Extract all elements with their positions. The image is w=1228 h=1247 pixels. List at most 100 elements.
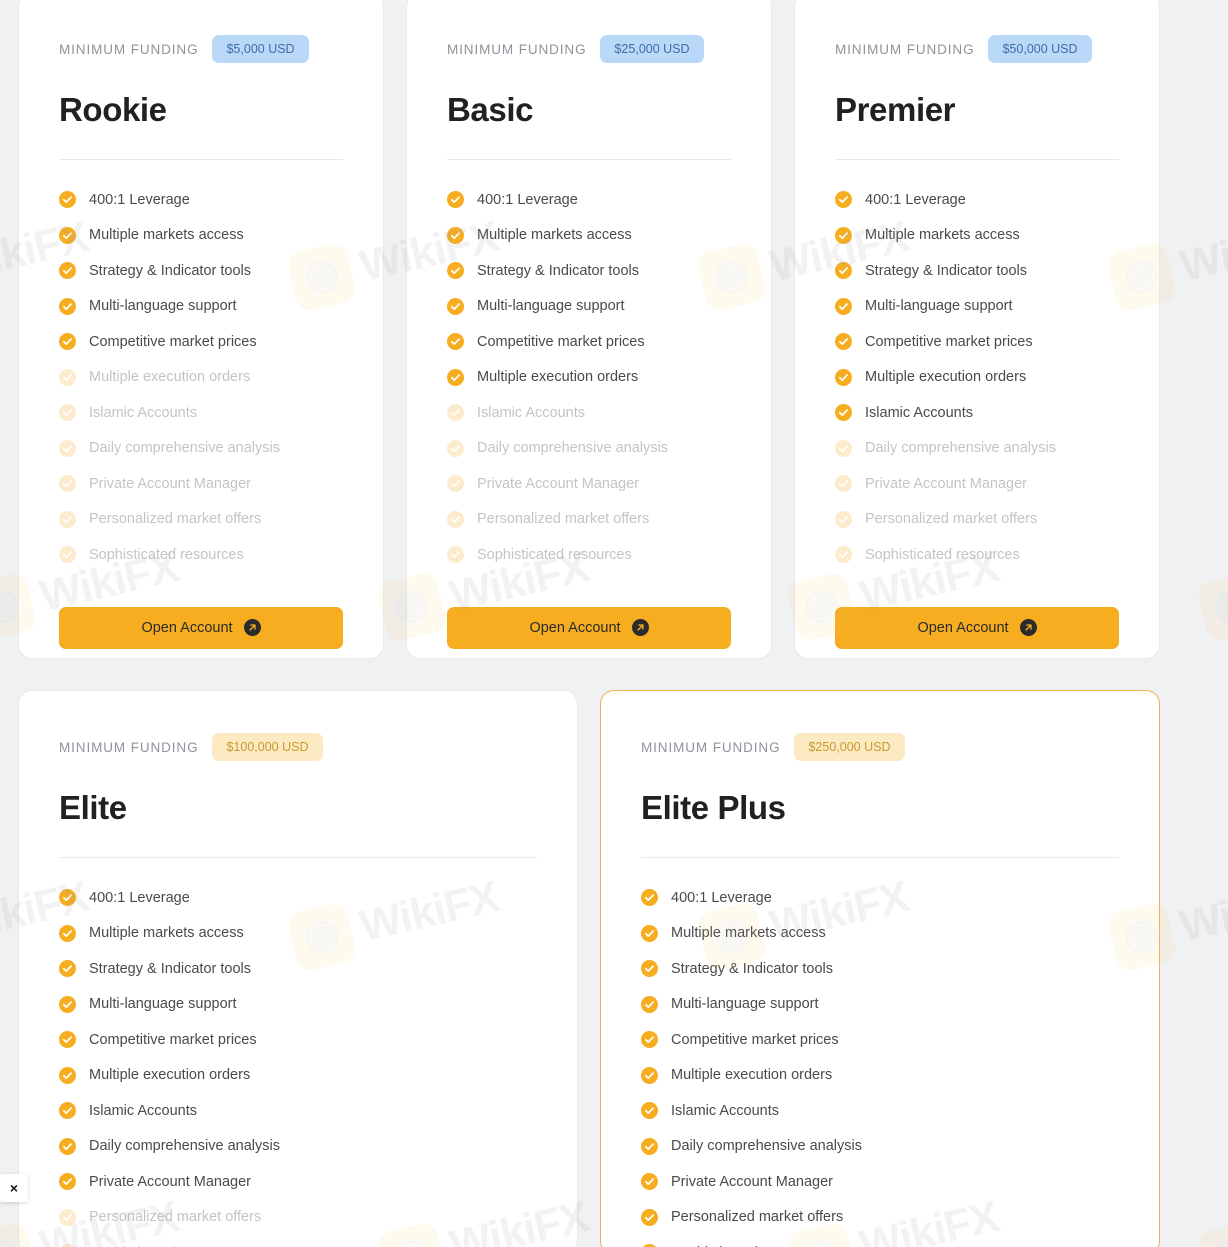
plan-card-header: MINIMUM FUNDING $50,000 USD: [835, 35, 1119, 63]
check-circle-icon: [447, 333, 464, 351]
feature-item: Personalized market offers: [59, 1200, 537, 1236]
check-circle-icon: [59, 546, 76, 564]
feature-item: Multiple markets access: [641, 916, 1119, 952]
feature-item: Competitive market prices: [59, 324, 343, 360]
check-circle-icon: [835, 333, 852, 351]
check-circle-icon: [835, 439, 852, 457]
feature-label: Multiple markets access: [865, 227, 1020, 244]
open-account-label: Open Account: [529, 619, 621, 636]
check-circle-icon: [447, 262, 464, 280]
check-circle-icon: [835, 191, 852, 209]
min-funding-badge: $5,000 USD: [212, 35, 309, 63]
feature-label: Private Account Manager: [671, 1173, 834, 1190]
arrow-up-right-circle-icon: [631, 619, 649, 636]
divider: [59, 857, 537, 858]
feature-label: Multiple execution orders: [865, 369, 1027, 386]
check-circle-icon: [59, 889, 76, 907]
check-circle-icon: [59, 333, 76, 351]
feature-item: Multiple execution orders: [641, 1058, 1119, 1094]
plan-row-top: MINIMUM FUNDING $5,000 USD Rookie 400:1 Lev…: [18, 0, 1160, 659]
feature-label: Personalized market offers: [89, 511, 262, 528]
feature-item: Private Account Manager: [59, 1164, 537, 1200]
feature-label: Strategy & Indicator tools: [89, 262, 251, 279]
check-circle-icon: [641, 924, 658, 942]
feature-label: Personalized market offers: [865, 511, 1038, 528]
feature-label: Strategy & Indicator tools: [671, 960, 833, 977]
check-circle-icon: [59, 1031, 76, 1049]
check-circle-icon: [59, 404, 76, 422]
feature-label: Daily comprehensive analysis: [477, 440, 668, 457]
plan-card-basic: MINIMUM FUNDING $25,000 USD Basic 400:1 Lev…: [406, 0, 772, 659]
feature-item: Strategy & Indicator tools: [59, 951, 537, 987]
feature-item: Sophisticated resources: [835, 537, 1119, 573]
feature-item: 400:1 Leverage: [447, 182, 731, 218]
check-circle-icon: [59, 1173, 76, 1191]
check-circle-icon: [641, 1066, 658, 1084]
feature-item: Islamic Accounts: [447, 395, 731, 431]
open-account-button[interactable]: Open Account: [835, 606, 1119, 649]
feature-item: Strategy & Indicator tools: [641, 951, 1119, 987]
feature-item: 400:1 Leverage: [835, 182, 1119, 218]
feature-label: Sophisticated resources: [865, 546, 1020, 563]
divider: [447, 159, 731, 160]
plan-title: Elite Plus: [641, 789, 786, 826]
check-circle-icon: [447, 510, 464, 528]
check-circle-icon: [447, 368, 464, 386]
check-circle-icon: [835, 546, 852, 564]
check-circle-icon: [835, 404, 852, 422]
divider: [835, 159, 1119, 160]
plan-title: Rookie: [59, 91, 167, 128]
feature-item: Multiple markets access: [59, 916, 537, 952]
plan-card-elite-plus: MINIMUM FUNDING $250,000 USD Elite Plus 400…: [600, 690, 1160, 1247]
min-funding-badge: $100,000 USD: [212, 733, 323, 761]
feature-label: Competitive market prices: [89, 333, 257, 350]
plan-title: Basic: [447, 91, 534, 128]
check-circle-icon: [447, 546, 464, 564]
feature-label: Strategy & Indicator tools: [89, 960, 251, 977]
plan-row-bottom: MINIMUM FUNDING $100,000 USD Elite 400:1 Le…: [18, 690, 1160, 1247]
min-funding-label: MINIMUM FUNDING: [641, 739, 781, 755]
feature-item: Personalized market offers: [641, 1200, 1119, 1236]
min-funding-label: MINIMUM FUNDING: [59, 739, 199, 755]
arrow-up-right-circle-icon: [243, 619, 261, 636]
feature-item: Multiple markets access: [59, 218, 343, 254]
feature-item: Private Account Manager: [835, 466, 1119, 502]
check-circle-icon: [447, 226, 464, 244]
feature-label: Multiple markets access: [671, 925, 826, 942]
plan-card-elite: MINIMUM FUNDING $100,000 USD Elite 400:1 Le…: [18, 690, 578, 1247]
check-circle-icon: [835, 297, 852, 315]
min-funding-label: MINIMUM FUNDING: [59, 41, 199, 57]
open-account-label: Open Account: [141, 619, 233, 636]
check-circle-icon: [59, 1102, 76, 1120]
feature-label: Private Account Manager: [865, 475, 1028, 492]
feature-item: Personalized market offers: [59, 502, 343, 538]
feature-label: Daily comprehensive analysis: [671, 1138, 862, 1155]
check-circle-icon: [59, 995, 76, 1013]
feature-label: Personalized market offers: [477, 511, 650, 528]
feature-label: Private Account Manager: [89, 1173, 252, 1190]
check-circle-icon: [641, 1031, 658, 1049]
feature-label: Multiple markets access: [477, 227, 632, 244]
feature-item: Islamic Accounts: [59, 395, 343, 431]
check-circle-icon: [835, 510, 852, 528]
feature-label: Sophisticated resources: [477, 546, 632, 563]
check-circle-icon: [447, 297, 464, 315]
feature-item: Multiple execution orders: [59, 360, 343, 396]
check-circle-icon: [59, 510, 76, 528]
feature-item: Multi-language support: [641, 987, 1119, 1023]
feature-label: Strategy & Indicator tools: [865, 262, 1027, 279]
feature-item: Strategy & Indicator tools: [59, 253, 343, 289]
check-circle-icon: [59, 439, 76, 457]
open-account-button[interactable]: Open Account: [59, 606, 343, 649]
feature-label: Competitive market prices: [865, 333, 1033, 350]
feature-label: 400:1 Leverage: [89, 191, 190, 208]
feature-item: Islamic Accounts: [641, 1093, 1119, 1129]
feature-label: Competitive market prices: [671, 1031, 839, 1048]
close-button[interactable]: ×: [0, 1174, 28, 1202]
check-circle-icon: [59, 226, 76, 244]
feature-label: Multiple execution orders: [671, 1067, 833, 1084]
open-account-button[interactable]: Open Account: [447, 606, 731, 649]
check-circle-icon: [59, 191, 76, 209]
min-funding-badge: $25,000 USD: [600, 35, 704, 63]
check-circle-icon: [59, 1137, 76, 1155]
